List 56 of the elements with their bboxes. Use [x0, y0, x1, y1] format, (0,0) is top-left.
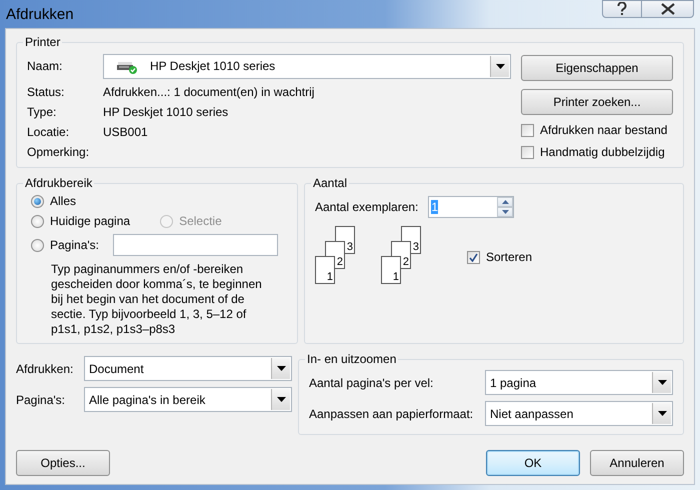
checkbox[interactable] — [521, 146, 534, 158]
dropdown-value: Niet aanpassen — [490, 406, 574, 420]
spin-up-icon[interactable] — [497, 197, 514, 207]
group-title: In- en uitzoomen — [306, 352, 398, 366]
dropdown-value: Alle pagina's in bereik — [89, 392, 206, 406]
hint-text: Typ paginanummers en/of -bereiken gescheiden door komma´s, te beginnen bij het begin van het document of de sectie. Typ bijvoorbeeld 1, 3, 5–12 of p1s1, p1s2, p1s3–p8s3 — [51, 262, 263, 337]
close-icon — [660, 3, 674, 15]
page-sheet: 1 — [315, 256, 335, 284]
field-label: Aanpassen aan papierformaat: — [309, 406, 474, 420]
radio-button[interactable] — [31, 194, 44, 208]
radio-label: Selectie — [179, 214, 222, 228]
page-sheet: 1 — [381, 256, 401, 284]
field-label: Pagina's: — [16, 392, 66, 406]
field-label: Naam: — [27, 59, 64, 73]
pages-field[interactable] — [113, 234, 278, 256]
field-label: Type: — [27, 104, 58, 118]
group-title: Aantal — [312, 176, 348, 190]
help-icon — [617, 2, 627, 16]
dialog-button[interactable]: Opties... — [16, 450, 110, 476]
dialog-button[interactable]: Eigenschappen — [521, 55, 673, 81]
help-button[interactable] — [602, 0, 642, 18]
radio-button[interactable] — [31, 214, 44, 228]
field-label: Locatie: — [27, 124, 70, 138]
dropdown[interactable]: Alle pagina's in bereik — [84, 387, 292, 412]
radio-label: Pagina's: — [50, 238, 99, 252]
field-label: Status: — [27, 84, 66, 98]
window-title: Afdrukken — [6, 6, 75, 22]
radio-label: Alles — [50, 194, 76, 208]
radio-label: Huidige pagina — [50, 214, 130, 228]
field-label: Aantal pagina's per vel: — [309, 376, 434, 390]
group-title: Printer — [24, 35, 62, 49]
checkbox[interactable] — [467, 250, 480, 264]
field-label: Aantal exemplaren: — [315, 200, 418, 214]
dropdown[interactable]: Niet aanpassen — [485, 401, 673, 426]
dropdown-value: HP Deskjet 1010 series — [150, 59, 276, 73]
dialog-button[interactable]: Printer zoeken... — [521, 89, 673, 115]
close-button[interactable] — [642, 0, 694, 18]
group-title: Afdrukbereik — [24, 176, 94, 190]
dropdown-value: Document — [89, 362, 144, 376]
dropdown[interactable]: 1 pagina — [485, 370, 673, 395]
checkbox-label: Handmatig dubbelzijdig — [540, 145, 665, 159]
field-label: Opmerking: — [27, 144, 90, 158]
field-label: Afdrukken: — [16, 362, 74, 376]
field-value: Afdrukken...: 1 document(en) in wachtrij — [103, 84, 316, 98]
field-value: HP Deskjet 1010 series — [103, 104, 230, 118]
printer-dropdown[interactable]: HP Deskjet 1010 series — [103, 54, 511, 78]
checkbox[interactable] — [521, 124, 534, 136]
checkbox-label: Sorteren — [486, 250, 532, 264]
dropdown-value: 1 pagina — [490, 376, 536, 390]
dialog-button[interactable]: Annuleren — [590, 450, 684, 476]
spin-down-icon[interactable] — [497, 207, 514, 217]
field-value: USB001 — [103, 124, 149, 138]
dropdown[interactable]: Document — [84, 356, 292, 381]
radio-button[interactable] — [31, 238, 44, 252]
dialog-button[interactable]: OK — [486, 450, 580, 476]
checkbox-label: Afdrukken naar bestand — [540, 123, 668, 137]
